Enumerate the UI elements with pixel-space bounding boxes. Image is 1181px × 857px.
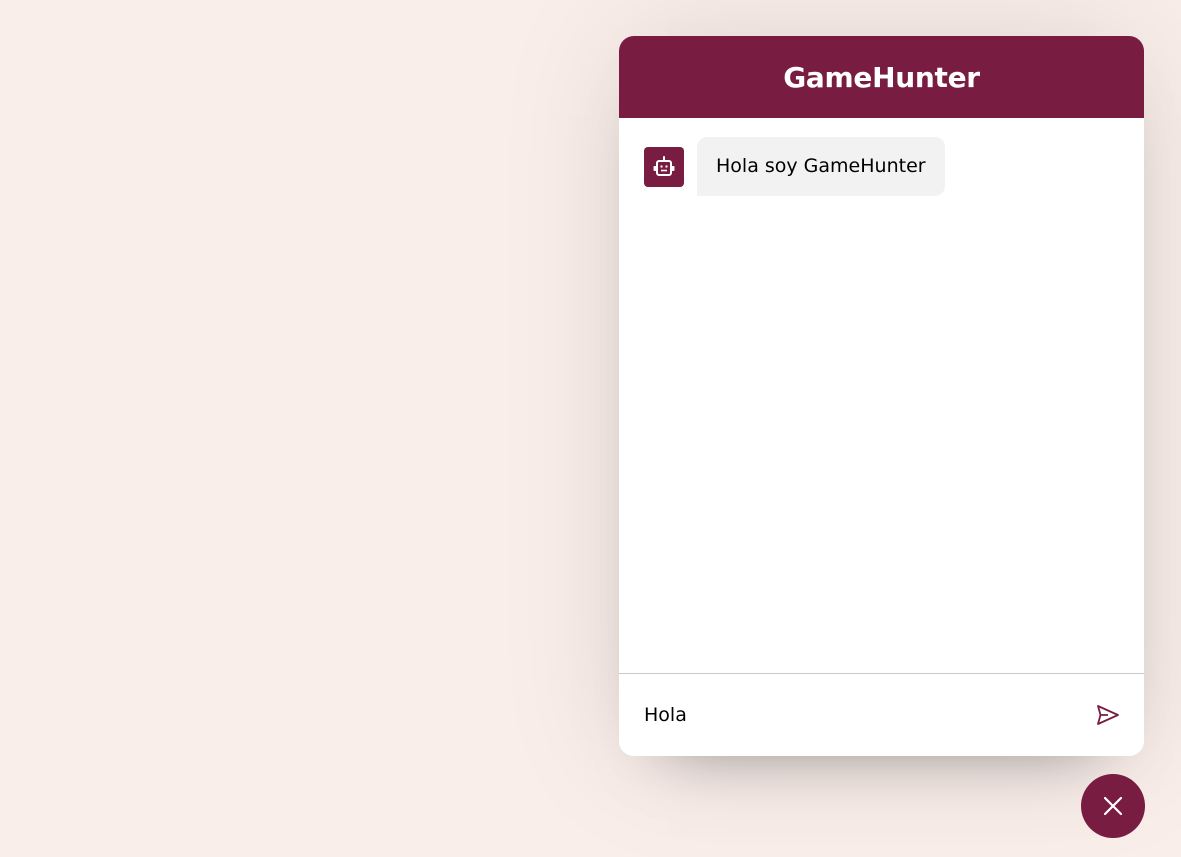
chatbox: Hola soy GameHunter bbox=[619, 118, 1144, 673]
chatbot-toggle-button[interactable] bbox=[1081, 774, 1145, 838]
send-icon[interactable] bbox=[1094, 701, 1122, 729]
robot-icon bbox=[644, 147, 684, 187]
chatbot-window: GameHunter Hola soy GameHunter bbox=[619, 36, 1144, 756]
chat-title: GameHunter bbox=[783, 60, 980, 94]
incoming-message: Hola soy GameHunter bbox=[644, 137, 1124, 196]
message-text: Hola soy GameHunter bbox=[697, 137, 945, 196]
chat-input-bar bbox=[619, 673, 1144, 756]
message-input[interactable] bbox=[644, 695, 1094, 735]
chat-header: GameHunter bbox=[619, 36, 1144, 118]
close-icon bbox=[1102, 795, 1124, 817]
